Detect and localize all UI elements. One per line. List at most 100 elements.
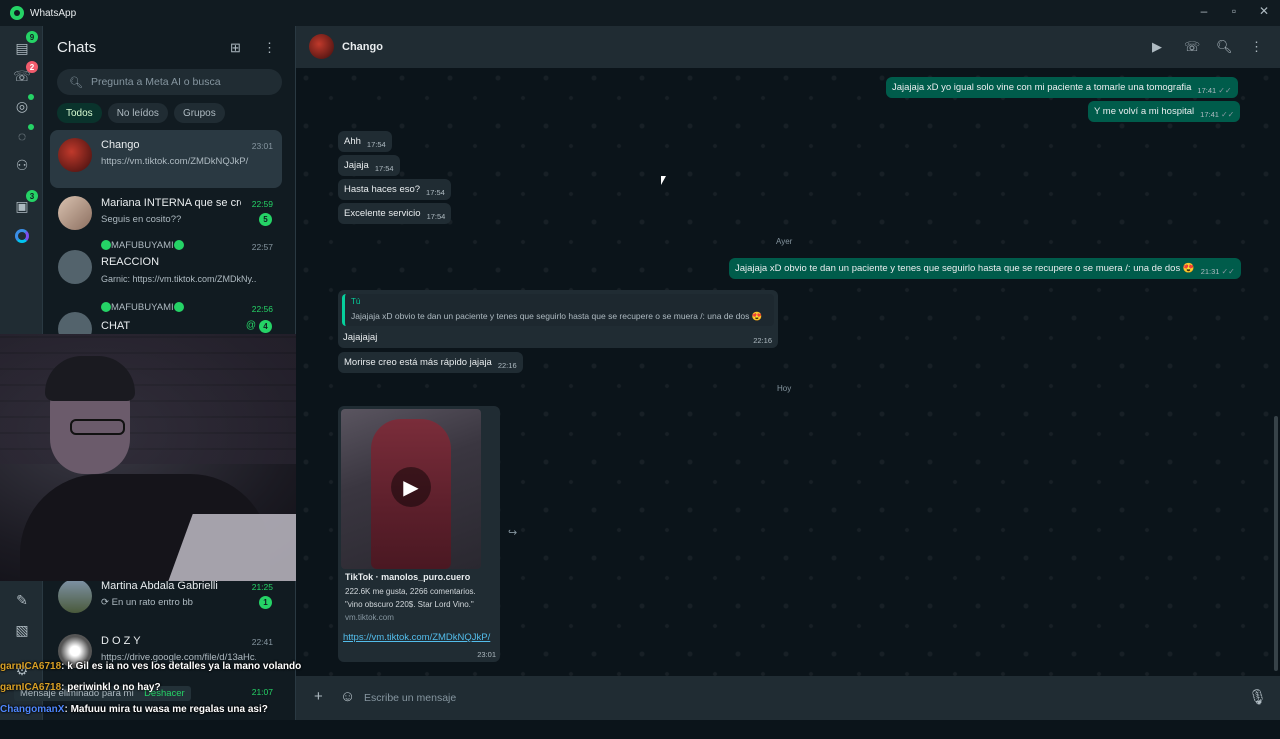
message-out[interactable]: Jajajaja xD yo igual solo vine con mi pa… — [886, 77, 1238, 98]
message-in[interactable]: Jajaja 17:54 — [338, 155, 400, 176]
mention-icon: @ — [245, 320, 256, 331]
avatar — [58, 196, 92, 230]
message-time: 22:16 — [753, 336, 772, 345]
filter-groups[interactable]: Grupos — [173, 103, 225, 123]
preview-domain: vm.tiktok.com — [345, 613, 394, 622]
whatsapp-logo-icon — [10, 6, 24, 20]
menu-icon[interactable]: ⋮ — [263, 40, 276, 56]
chats-badge: 9 — [26, 31, 38, 43]
chat-time: 22:57 — [251, 242, 273, 252]
message-out[interactable]: Jajajaja xD obvio te dan un paciente y t… — [729, 258, 1241, 279]
channels-dot — [28, 124, 34, 130]
green-dot-icon — [173, 302, 184, 313]
stream-chat-line: garnICA6718: k Gil es ia no ves los deta… — [0, 661, 302, 672]
chat-preview: Seguis en cosito?? — [101, 214, 182, 225]
conversation-pane: Chango ▶︎ ☏ 🔍︎ ⋮ Jajajaja xD yo igual so… — [296, 26, 1280, 720]
webcam-person-glasses — [70, 419, 125, 435]
group-community: MAFUBUYAMI — [101, 302, 241, 313]
status-icon: ⟳ — [101, 597, 112, 608]
double-check-icon: ✓✓ — [1220, 110, 1235, 119]
message-in-reply[interactable]: Tú Jajajaja xD obvio te dan un paciente … — [338, 290, 778, 348]
chat-time: 22:56 — [251, 304, 273, 314]
search-bar[interactable]: 🔍︎ — [57, 69, 282, 95]
chat-name: D O Z Y — [101, 635, 141, 647]
message-in[interactable]: Excelente servicio 17:54 — [338, 203, 452, 224]
green-dot-icon — [173, 240, 184, 251]
preview-url-link[interactable]: https://vm.tiktok.com/ZMDkNQJkP/ — [343, 631, 493, 645]
stream-chat-line: garnICA6718: periwinkl o no hay? — [0, 682, 161, 693]
status-icon[interactable]: ◎ — [13, 97, 31, 115]
chat-name: CHAT — [101, 320, 131, 332]
chat-time: 22:41 — [251, 637, 273, 647]
conversation-header: Chango ▶︎ ☏ 🔍︎ ⋮ — [296, 26, 1280, 68]
search-icon[interactable]: 🔍︎ — [1216, 39, 1233, 55]
close-icon[interactable]: ✕ — [1256, 4, 1272, 18]
unread-badge: 4 — [259, 320, 272, 333]
preview-description: 222.6K me gusta, 2266 comentarios. "vino… — [345, 587, 476, 609]
microphone-icon[interactable]: 🎙︎ — [1248, 688, 1267, 706]
preview-title: TikTok · manolos_puro.cuero — [345, 572, 471, 582]
message-in[interactable]: Ahh 17:54 — [338, 131, 392, 152]
chats-title: Chats — [57, 39, 97, 56]
contact-avatar[interactable] — [309, 34, 334, 59]
window-title: WhatsApp — [30, 7, 77, 19]
video-thumbnail[interactable]: ▶ — [341, 409, 481, 569]
chat-name: REACCION — [101, 256, 160, 268]
chat-time: 22:59 — [251, 199, 273, 209]
contact-name[interactable]: Chango — [342, 41, 383, 53]
link-preview-message[interactable]: ▶ TikTok · manolos_puro.cuero 222.6K me … — [338, 406, 500, 662]
chat-preview: https://vm.tiktok.com/ZMDkNQJkP/ — [101, 156, 249, 167]
group-avatar — [58, 250, 92, 284]
status-dot — [28, 94, 34, 100]
communities-icon[interactable]: ⚇ — [13, 156, 31, 174]
message-in[interactable]: Hasta haces eso? 17:54 — [338, 179, 451, 200]
chat-time: 21:25 — [251, 582, 273, 592]
double-check-icon: ✓✓ — [1218, 86, 1232, 95]
chat-item-dozy[interactable]: D O Z Y 22:41 https://drive.google.com/f… — [50, 626, 282, 684]
title-bar: WhatsApp – ▫ ✕ — [0, 0, 1280, 26]
message-time: 23:01 — [477, 650, 496, 659]
unread-badge: 5 — [259, 213, 272, 226]
filter-chips: Todos No leídos Grupos — [57, 103, 225, 123]
chat-preview: Garnic: https://vm.tiktok.com/ZMDkNy... — [101, 274, 256, 284]
double-check-icon: ✓✓ — [1221, 267, 1235, 276]
message-in[interactable]: Morirse creo está más rápido jajaja 22:16 — [338, 352, 523, 373]
mouse-cursor — [661, 176, 666, 185]
calls-badge: 2 — [26, 61, 38, 73]
chat-item-chango[interactable]: Chango 23:01 https://vm.tiktok.com/ZMDkN… — [50, 130, 282, 188]
webcam-overlay — [0, 334, 325, 581]
channels-icon[interactable]: ◌ — [13, 127, 31, 145]
minimize-icon[interactable]: – — [1196, 4, 1212, 18]
scrollbar[interactable] — [1274, 416, 1278, 671]
quoted-message[interactable]: Tú Jajajaja xD obvio te dan un paciente … — [342, 294, 774, 326]
message-out[interactable]: Y me volví a mi hospital 17:41 ✓✓ — [1088, 101, 1241, 122]
video-call-icon[interactable]: ▶︎ — [1152, 39, 1162, 55]
starred-messages-icon[interactable]: ✎ — [13, 591, 31, 609]
message-input[interactable] — [364, 686, 1234, 710]
group-community: MAFUBUYAMI — [101, 240, 241, 251]
filter-all[interactable]: Todos — [57, 103, 102, 123]
filter-unread[interactable]: No leídos — [107, 103, 168, 123]
date-separator: Hoy — [777, 384, 792, 393]
green-dot-icon — [101, 240, 111, 251]
chat-name: Mariana INTERNA que se cre... — [101, 197, 241, 209]
quoted-text: Jajajaja xD obvio te dan un paciente y t… — [351, 311, 763, 321]
voice-call-icon[interactable]: ☏ — [1184, 39, 1200, 55]
media-gallery-icon[interactable]: ▧ — [13, 621, 31, 639]
search-input[interactable] — [90, 76, 271, 88]
meta-ai-icon[interactable] — [15, 229, 29, 243]
maximize-icon[interactable]: ▫ — [1226, 4, 1242, 18]
unread-badge: 1 — [259, 596, 272, 609]
chat-preview: ⟳ En un rato entro bb — [101, 597, 193, 608]
avatar — [58, 138, 92, 172]
archive-badge: 3 — [26, 190, 38, 202]
chat-name: Chango — [101, 139, 140, 151]
menu-icon[interactable]: ⋮ — [1250, 39, 1263, 55]
emoji-icon[interactable]: ☺ — [340, 688, 355, 705]
chat-item-reaccion[interactable]: MAFUBUYAMI 22:57 REACCION Garnic: https:… — [50, 238, 282, 302]
reply-text: Jajajajaj — [343, 332, 378, 343]
stream-chat-line: ChangomanX: Mafuuu mira tu wasa me regal… — [0, 704, 268, 715]
new-chat-icon[interactable]: ⊞ — [230, 40, 241, 56]
play-icon[interactable]: ▶ — [391, 467, 431, 507]
forward-icon[interactable]: ↪ — [508, 526, 517, 539]
